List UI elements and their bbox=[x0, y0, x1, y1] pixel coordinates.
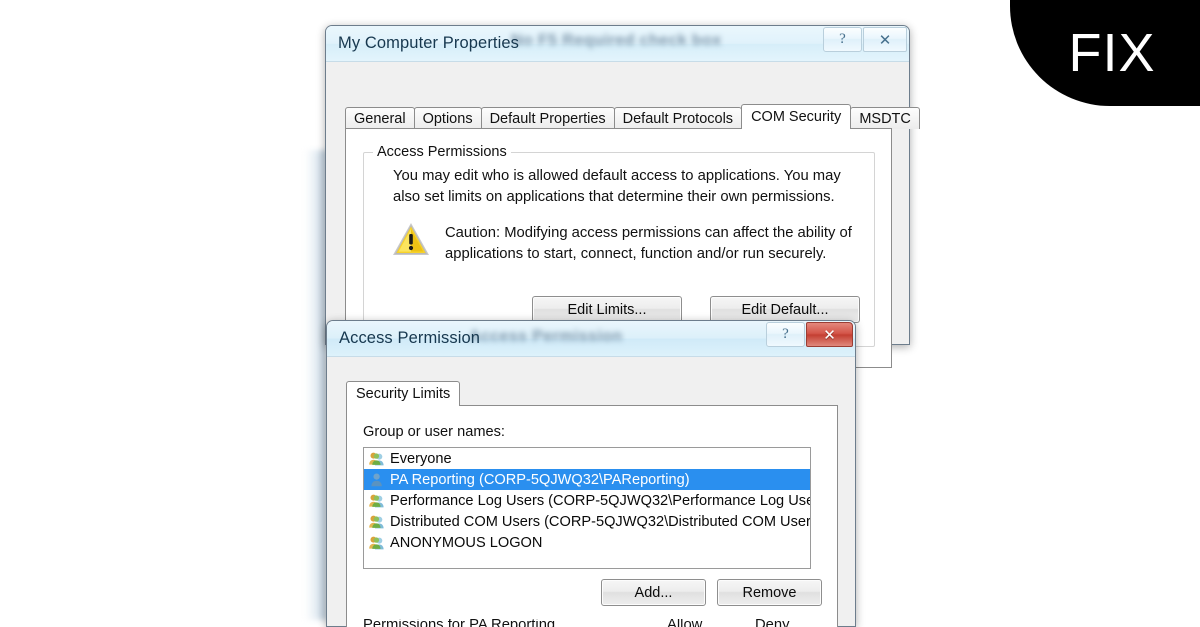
access-permission-window: Access Permission Access Permission ? ✕ … bbox=[326, 320, 856, 627]
close-icon: ✕ bbox=[878, 31, 892, 49]
properties-caption-buttons: ? ✕ bbox=[822, 27, 907, 54]
access-permissions-legend: Access Permissions bbox=[373, 144, 511, 160]
edit-default-button[interactable]: Edit Default... bbox=[710, 296, 860, 323]
tab-default-properties[interactable]: Default Properties bbox=[480, 107, 615, 129]
list-item-label: PA Reporting (CORP-5QJWQ32\PAReporting) bbox=[390, 471, 690, 488]
access-permission-titlebar[interactable]: Access Permission Access Permission ? ✕ bbox=[327, 321, 855, 357]
question-mark-icon: ? bbox=[782, 326, 789, 342]
group-or-user-names-listbox[interactable]: Everyone PA Reporting (CORP-5QJWQ32\PARe… bbox=[363, 447, 811, 569]
group-users-icon bbox=[368, 514, 386, 530]
tab-security-limits[interactable]: Security Limits bbox=[346, 381, 461, 406]
properties-window-body: General Options Default Properties Defau… bbox=[326, 62, 920, 368]
help-button-access[interactable]: ? bbox=[766, 322, 805, 347]
fix-badge: FIX bbox=[1010, 0, 1200, 106]
close-icon: ✕ bbox=[823, 326, 836, 344]
close-button[interactable]: ✕ bbox=[863, 27, 907, 52]
list-item[interactable]: Everyone bbox=[364, 448, 810, 469]
list-item[interactable]: Performance Log Users (CORP-5QJWQ32\Perf… bbox=[364, 490, 810, 511]
single-user-icon bbox=[368, 472, 386, 488]
tab-general-label: General bbox=[354, 110, 406, 127]
access-permission-window-title: Access Permission bbox=[339, 329, 481, 347]
tab-options[interactable]: Options bbox=[413, 107, 482, 129]
screenshot-root: No F5 Required check box My Computer Pro… bbox=[0, 0, 1200, 627]
access-permission-caption-buttons: ? ✕ bbox=[765, 322, 853, 349]
warning-triangle-icon bbox=[393, 223, 429, 255]
help-button[interactable]: ? bbox=[823, 27, 862, 52]
caution-line2: applications to start, connect, function… bbox=[445, 246, 827, 262]
group-users-icon bbox=[368, 535, 386, 551]
list-item[interactable]: PA Reporting (CORP-5QJWQ32\PAReporting) bbox=[364, 469, 810, 490]
tab-com-security[interactable]: COM Security bbox=[741, 104, 852, 129]
security-limits-tabstrip: Security Limits bbox=[346, 381, 461, 406]
edit-limits-button[interactable]: Edit Limits... bbox=[532, 296, 682, 323]
security-limits-tabpanel: Group or user names: Everyone PA Reporti… bbox=[346, 405, 838, 627]
remove-button[interactable]: Remove bbox=[717, 579, 822, 606]
tab-com-security-label: COM Security bbox=[751, 109, 842, 125]
tab-msdtc-label: MSDTC bbox=[859, 110, 911, 127]
tab-default-protocols[interactable]: Default Protocols bbox=[613, 107, 743, 129]
background-strip-left bbox=[305, 150, 327, 620]
tab-options-label: Options bbox=[422, 110, 473, 127]
caution-line1: Caution: Modifying access permissions ca… bbox=[445, 225, 852, 241]
add-button[interactable]: Add... bbox=[601, 579, 706, 606]
tab-general[interactable]: General bbox=[345, 107, 415, 129]
blurred-duplicate-title: Access Permission bbox=[469, 328, 623, 345]
permissions-for-label: Permissions for PA Reporting bbox=[363, 619, 556, 627]
list-item-label: Performance Log Users (CORP-5QJWQ32\Perf… bbox=[390, 492, 810, 509]
allow-column-header: Allow bbox=[667, 619, 703, 627]
properties-window-title: My Computer Properties bbox=[338, 34, 520, 52]
permissions-header-row: Permissions for PA Reporting Allow Deny bbox=[347, 619, 839, 627]
com-security-tabstrip: General Options Default Properties Defau… bbox=[345, 104, 920, 129]
list-item[interactable]: ANONYMOUS LOGON bbox=[364, 532, 810, 553]
list-item-label: Distributed COM Users (CORP-5QJWQ32\Dist… bbox=[390, 513, 810, 530]
access-permissions-groupbox: Access Permissions You may edit who is a… bbox=[363, 144, 875, 347]
group-users-icon bbox=[368, 493, 386, 509]
access-permission-window-body: Security Limits Group or user names: Eve… bbox=[327, 357, 855, 627]
list-item[interactable]: Distributed COM Users (CORP-5QJWQ32\Dist… bbox=[364, 511, 810, 532]
tab-security-limits-label: Security Limits bbox=[356, 386, 451, 402]
list-item-label: ANONYMOUS LOGON bbox=[390, 534, 543, 551]
tab-default-properties-label: Default Properties bbox=[489, 110, 606, 127]
tab-default-protocols-label: Default Protocols bbox=[622, 110, 734, 127]
my-computer-properties-window: No F5 Required check box My Computer Pro… bbox=[325, 25, 920, 368]
close-button-access[interactable]: ✕ bbox=[806, 322, 853, 347]
properties-titlebar[interactable]: No F5 Required check box My Computer Pro… bbox=[326, 26, 909, 62]
list-item-label: Everyone bbox=[390, 450, 452, 467]
fix-badge-label: FIX bbox=[1068, 23, 1156, 83]
blurred-background-title: No F5 Required check box bbox=[511, 32, 722, 49]
access-permissions-description-line2: also set limits on applications that det… bbox=[393, 189, 835, 205]
access-permissions-description-line1: You may edit who is allowed default acce… bbox=[393, 168, 841, 184]
group-users-icon bbox=[368, 451, 386, 467]
question-mark-icon: ? bbox=[839, 31, 846, 47]
tab-msdtc[interactable]: MSDTC bbox=[850, 107, 920, 129]
deny-column-header: Deny bbox=[755, 619, 790, 627]
group-or-user-names-label: Group or user names: bbox=[363, 424, 505, 440]
